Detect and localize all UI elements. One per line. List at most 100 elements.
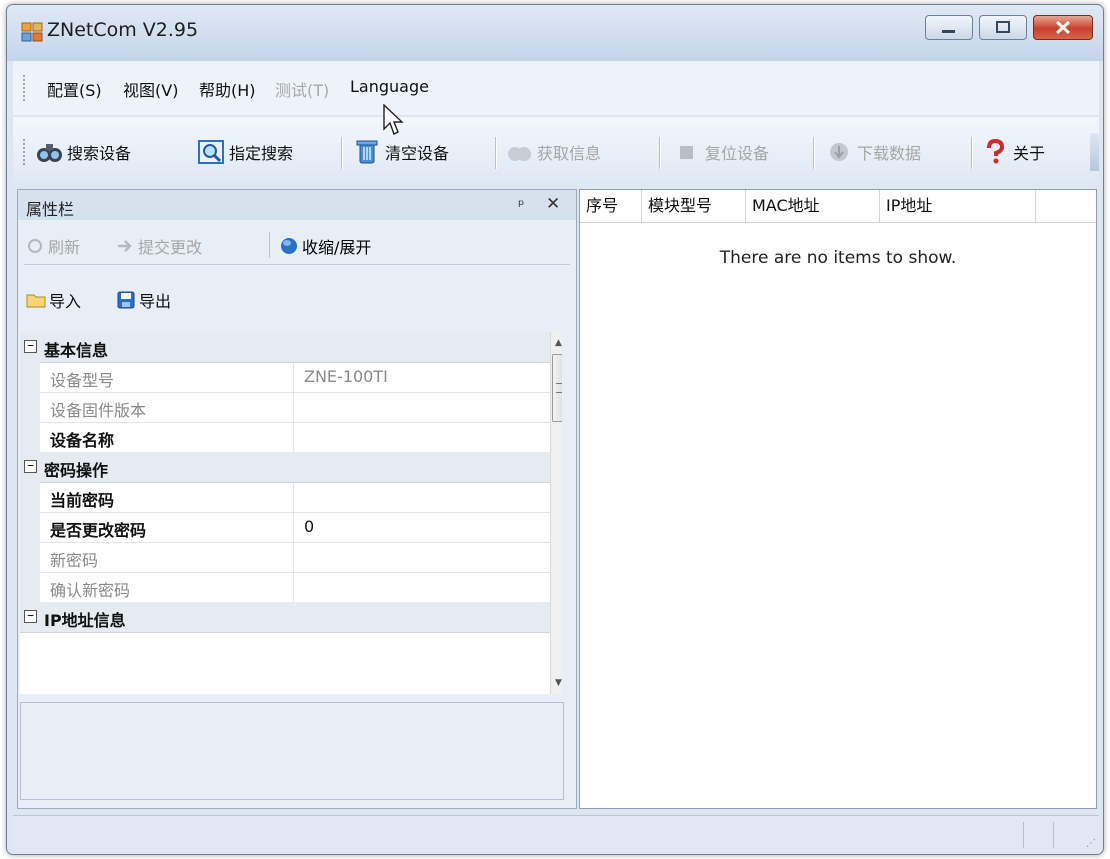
minimize-button[interactable] (925, 15, 973, 40)
submit-changes-button[interactable]: 提交更改 (116, 234, 202, 258)
specify-search-label: 指定搜索 (229, 144, 294, 163)
collapse-toggle-icon[interactable]: − (24, 340, 37, 353)
maximize-button[interactable] (979, 15, 1027, 40)
status-divider (1023, 822, 1024, 848)
column-header-index[interactable]: 序号 (580, 190, 642, 222)
property-pane-title: 属性栏 (26, 200, 75, 219)
column-divider (293, 422, 294, 452)
column-header-model[interactable]: 模块型号 (642, 190, 746, 222)
property-row[interactable]: 设备型号 ZNE-100TI (20, 362, 550, 393)
column-divider (293, 512, 294, 542)
menu-language[interactable]: Language (350, 77, 429, 96)
about-button[interactable]: 关于 (981, 137, 1045, 167)
get-info-label: 获取信息 (537, 144, 602, 163)
globe-icon (281, 238, 297, 254)
close-icon (1055, 20, 1071, 35)
toolbar-overflow-button[interactable] (1090, 133, 1099, 171)
export-button[interactable]: 导出 (116, 288, 171, 312)
property-row[interactable]: 设备名称 (20, 422, 550, 453)
property-value: ZNE-100TI (304, 367, 388, 386)
menu-test[interactable]: 测试(T) (275, 77, 329, 101)
category-label: 基本信息 (44, 341, 109, 360)
property-row[interactable]: 是否更改密码 0 (20, 512, 550, 543)
specify-search-button[interactable]: 指定搜索 (197, 137, 293, 167)
column-divider (293, 572, 294, 602)
column-divider (293, 482, 294, 512)
toolbar-separator (269, 232, 270, 258)
property-toolbar: 刷新 提交更改 收缩/展开 (24, 226, 570, 265)
scroll-up-icon[interactable]: ▲ (555, 338, 562, 348)
vertical-scrollbar[interactable]: ▲ ▼ (550, 332, 562, 694)
collapse-expand-button[interactable]: 收缩/展开 (280, 234, 371, 258)
binoculars-icon (37, 144, 62, 162)
row-gutter (20, 422, 40, 452)
property-value[interactable]: 0 (304, 517, 314, 536)
category-basic-info[interactable]: − 基本信息 (20, 332, 550, 363)
help-question-icon (987, 138, 1005, 164)
empty-list-message: There are no items to show. (719, 248, 957, 268)
toolbar-separator (971, 137, 972, 169)
menu-grip[interactable] (23, 75, 28, 101)
search-devices-button[interactable]: 搜索设备 (35, 137, 131, 167)
toolbar: 搜索设备 指定搜索 清空设备 获取信息 复位设备 下载数据 关于 (13, 117, 1099, 187)
refresh-button[interactable]: 刷新 (26, 234, 80, 258)
submit-changes-label: 提交更改 (138, 238, 203, 257)
property-row[interactable]: 设备固件版本 (20, 392, 550, 423)
row-gutter (20, 512, 40, 542)
collapse-toggle-icon[interactable]: − (24, 460, 37, 473)
category-ip-info[interactable]: − IP地址信息 (20, 602, 550, 633)
menu-view[interactable]: 视图(V) (123, 77, 178, 101)
export-label: 导出 (139, 292, 172, 311)
column-header-mac[interactable]: MAC地址 (746, 190, 880, 222)
menu-bar: 配置(S) 视图(V) 帮助(H) 测试(T) Language (13, 61, 1099, 115)
property-pane-header: 属性栏 ᵖ ✕ (18, 190, 576, 220)
thumb-grip (556, 383, 562, 393)
toolbar-separator (659, 137, 660, 169)
row-gutter (20, 572, 40, 602)
refresh-icon (28, 239, 42, 253)
clear-devices-label: 清空设备 (385, 144, 450, 163)
pin-icon[interactable]: ᵖ (518, 196, 524, 214)
category-password[interactable]: − 密码操作 (20, 452, 550, 483)
menu-help[interactable]: 帮助(H) (199, 77, 256, 101)
column-divider (293, 392, 294, 422)
category-label: 密码操作 (44, 461, 109, 480)
property-grid[interactable]: − 基本信息 设备型号 ZNE-100TI 设备固件版本 设备名称 − 密码操作… (20, 332, 562, 694)
app-window: ZNetCom V2.95 配置(S) 视图(V) 帮助(H) 测试(T) La… (6, 4, 1104, 855)
app-icon (21, 22, 43, 42)
download-data-button[interactable]: 下载数据 (825, 137, 921, 167)
property-name: 设备型号 (50, 371, 115, 390)
toolbar-grip[interactable] (23, 139, 28, 165)
property-row[interactable]: 新密码 (20, 542, 550, 573)
scroll-down-icon[interactable]: ▼ (555, 678, 562, 688)
property-description-area (20, 702, 564, 800)
title-bar[interactable]: ZNetCom V2.95 (7, 5, 1103, 61)
toolbar-separator (813, 137, 814, 169)
magnifier-window-icon (198, 140, 224, 164)
device-list[interactable]: 序号 模块型号 MAC地址 IP地址 There are no items to… (579, 189, 1097, 809)
get-info-icon (508, 147, 531, 161)
about-label: 关于 (1013, 144, 1046, 163)
collapse-toggle-icon[interactable]: − (24, 610, 37, 623)
column-divider (293, 362, 294, 392)
row-gutter (20, 482, 40, 512)
maximize-icon (996, 21, 1010, 33)
menu-config[interactable]: 配置(S) (47, 77, 102, 101)
clear-devices-button[interactable]: 清空设备 (353, 137, 449, 167)
refresh-label: 刷新 (48, 238, 81, 257)
import-button[interactable]: 导入 (26, 288, 81, 312)
minimize-icon (942, 30, 955, 33)
scroll-thumb[interactable] (552, 354, 562, 422)
close-button[interactable] (1033, 15, 1093, 40)
get-info-button[interactable]: 获取信息 (505, 137, 601, 167)
row-gutter (20, 542, 40, 572)
property-row[interactable]: 当前密码 (20, 482, 550, 513)
close-icon[interactable]: ✕ (546, 194, 560, 214)
resize-grip-icon[interactable]: ⋰ (1086, 838, 1096, 849)
property-row[interactable]: 确认新密码 (20, 572, 550, 603)
category-label: IP地址信息 (44, 611, 126, 630)
folder-icon (26, 294, 46, 308)
reset-device-button[interactable]: 复位设备 (673, 137, 769, 167)
column-header-ip[interactable]: IP地址 (880, 190, 1036, 222)
toolbar-separator (341, 137, 342, 169)
